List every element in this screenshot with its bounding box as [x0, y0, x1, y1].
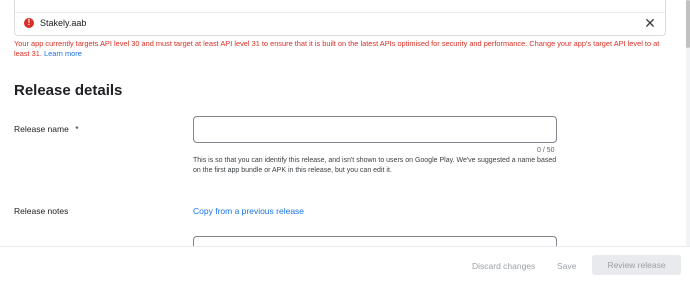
card-divider — [15, 12, 665, 13]
release-name-input[interactable] — [193, 116, 557, 143]
learn-more-link[interactable]: Learn more — [44, 49, 82, 58]
release-name-helper: This is so that you can identify this re… — [193, 157, 557, 174]
character-counter: 0 / 50 — [537, 147, 555, 154]
scrollbar-track[interactable] — [686, 0, 690, 246]
save-button[interactable]: Save — [557, 261, 576, 271]
copy-previous-release-link[interactable]: Copy from a previous release — [193, 206, 304, 216]
discard-changes-button[interactable]: Discard changes — [472, 261, 535, 271]
file-name: Stakely.aab — [40, 18, 87, 28]
file-row: ! Stakely.aab — [24, 18, 86, 28]
error-icon: ! — [24, 18, 34, 28]
section-title: Release details — [14, 82, 123, 99]
required-marker: * — [75, 124, 79, 134]
review-release-button[interactable]: Review release — [592, 255, 681, 275]
release-name-label-text: Release name — [14, 124, 69, 134]
uploaded-file-card: ! Stakely.aab ✕ — [14, 0, 666, 36]
error-text: Your app currently targets API level 30 … — [14, 39, 660, 58]
scrollbar-thumb[interactable] — [686, 0, 690, 48]
release-notes-label: Release notes — [14, 206, 69, 216]
footer-action-bar: Discard changes Save Review release — [0, 246, 690, 284]
release-name-label: Release name * — [14, 124, 79, 134]
api-level-error: Your app currently targets API level 30 … — [14, 39, 676, 59]
close-icon[interactable]: ✕ — [644, 16, 656, 30]
